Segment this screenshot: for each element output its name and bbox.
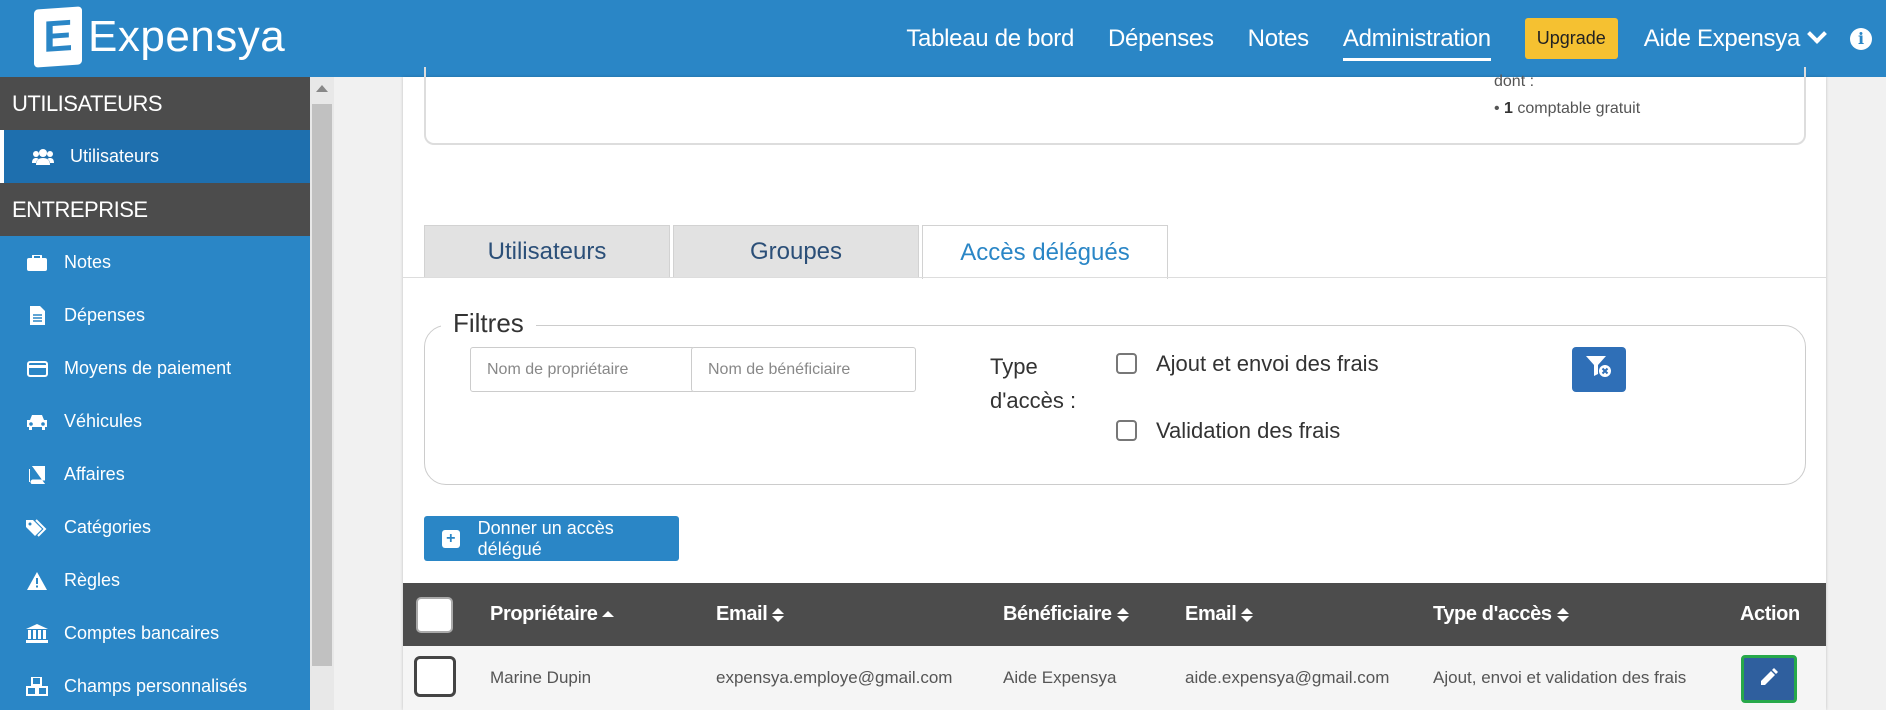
sidebar-item-label: Catégories xyxy=(64,517,152,537)
summary-dont: dont : xyxy=(1494,73,1535,90)
add-delegated-access-label: Donner un accès délégué xyxy=(477,517,614,559)
cell-owner: Marine Dupin xyxy=(490,668,592,687)
chevron-down-icon xyxy=(1807,23,1827,44)
column-header-proprietaire[interactable]: Propriétaire xyxy=(490,583,615,646)
add-delegated-access-button[interactable]: + Donner un accès délégué xyxy=(424,516,679,561)
sidebar-item-comptes-bancaires[interactable]: Comptes bancaires xyxy=(0,607,310,660)
column-header-action: Action xyxy=(1740,603,1800,625)
sidebar-scrollbar[interactable] xyxy=(310,77,334,710)
cell-beneficiary-email: aide.expensya@gmail.com xyxy=(1185,668,1390,687)
scroll-up-arrow-icon[interactable] xyxy=(316,85,328,92)
owner-name-input[interactable] xyxy=(470,347,695,392)
clear-filters-button[interactable] xyxy=(1572,347,1626,392)
credit-card-icon xyxy=(24,358,50,380)
sidebar-item-champs-personnalises[interactable]: Champs personnalisés xyxy=(0,660,310,710)
sidebar: UTILISATEURS Utilisateurs ENTREPRISE Not… xyxy=(0,77,310,710)
sidebar-item-regles[interactable]: Règles xyxy=(0,554,310,607)
filters-fieldset: Filtres Type d'accès : Ajout et envoi de… xyxy=(424,308,1806,485)
pencil-icon xyxy=(1759,667,1779,692)
sort-icon xyxy=(772,607,785,622)
access-type-label: Type d'accès : xyxy=(990,354,1077,413)
sort-asc-icon xyxy=(602,610,615,619)
sidebar-item-label: Champs personnalisés xyxy=(64,676,248,696)
sidebar-item-moyens-paiement[interactable]: Moyens de paiement xyxy=(0,342,310,395)
cell-access-type: Ajout, envoi et validation des frais xyxy=(1433,668,1687,687)
sidebar-item-affaires[interactable]: Affaires xyxy=(0,448,310,501)
admin-tabs: Utilisateurs Groupes Accès délégués xyxy=(424,225,1171,279)
plus-square-icon: + xyxy=(442,529,460,548)
column-header-type-acces[interactable]: Type d'accès xyxy=(1433,583,1569,646)
sidebar-item-vehicules[interactable]: Véhicules xyxy=(0,395,310,448)
sort-icon xyxy=(1241,607,1254,622)
nav-notes[interactable]: Notes xyxy=(1248,25,1310,53)
column-header-email-owner[interactable]: Email xyxy=(716,583,785,646)
sidebar-item-notes[interactable]: Notes xyxy=(0,236,310,289)
cell-beneficiary: Aide Expensya xyxy=(1003,668,1117,687)
sidebar-section-users: UTILISATEURS xyxy=(0,77,310,130)
sort-icon xyxy=(1116,607,1129,622)
sidebar-item-label: Dépenses xyxy=(64,305,146,325)
logo-text: Expensya xyxy=(88,12,286,61)
scrollbar-thumb[interactable] xyxy=(312,104,332,666)
sidebar-item-categories[interactable]: Catégories xyxy=(0,501,310,554)
license-summary-box: dont : • 1 comptable gratuit xyxy=(424,67,1806,145)
sidebar-item-label: Affaires xyxy=(64,464,125,484)
cell-owner-email: expensya.employe@gmail.com xyxy=(716,668,953,687)
tab-acces-delegues[interactable]: Accès délégués xyxy=(922,225,1168,279)
checkbox-validation[interactable] xyxy=(1116,420,1137,441)
column-header-beneficiaire[interactable]: Bénéficiaire xyxy=(1003,583,1129,646)
car-icon xyxy=(24,411,50,433)
nav-administration[interactable]: Administration xyxy=(1342,25,1491,61)
sort-icon xyxy=(1556,607,1569,622)
filters-legend: Filtres xyxy=(441,308,536,339)
table-header: Propriétaire Email Bénéficiaire Email Ty… xyxy=(403,583,1826,646)
nav-depenses[interactable]: Dépenses xyxy=(1108,25,1214,53)
filter-clear-icon xyxy=(1586,356,1612,383)
user-name: Aide Expensya xyxy=(1643,24,1801,52)
column-header-email-beneficiary[interactable]: Email xyxy=(1185,583,1254,646)
sidebar-item-label: Utilisateurs xyxy=(70,146,160,166)
top-navbar: E Expensya Tableau de bord Dépenses Note… xyxy=(0,0,1886,77)
sidebar-section-company: ENTREPRISE xyxy=(0,183,310,236)
sidebar-item-depenses[interactable]: Dépenses xyxy=(0,289,310,342)
edit-button[interactable] xyxy=(1741,655,1797,703)
cubes-icon xyxy=(24,676,50,698)
main-nav: Tableau de bord Dépenses Notes Administr… xyxy=(906,0,1886,77)
user-menu[interactable]: Aide Expensya xyxy=(1643,23,1827,53)
bank-icon xyxy=(24,623,50,645)
tabs-divider xyxy=(403,277,1826,278)
select-all-checkbox[interactable] xyxy=(416,597,453,633)
tab-groupes[interactable]: Groupes xyxy=(673,225,919,278)
summary-count: 1 xyxy=(1504,100,1513,117)
briefcase-icon xyxy=(24,252,50,274)
tab-utilisateurs[interactable]: Utilisateurs xyxy=(424,225,670,278)
row-checkbox[interactable] xyxy=(414,656,456,697)
logo-mark: E xyxy=(34,6,82,68)
sidebar-item-label: Véhicules xyxy=(64,411,143,431)
main-panel: dont : • 1 comptable gratuit Utilisateur… xyxy=(403,67,1826,710)
checkbox-ajout-envoi[interactable] xyxy=(1116,353,1137,374)
nav-tableau-de-bord[interactable]: Tableau de bord xyxy=(906,25,1074,53)
users-icon xyxy=(30,146,56,168)
info-icon[interactable]: i xyxy=(1850,27,1872,50)
table-row: Marine Dupin expensya.employe@gmail.com … xyxy=(403,646,1826,710)
sidebar-item-utilisateurs[interactable]: Utilisateurs xyxy=(0,130,310,183)
sidebar-item-label: Notes xyxy=(64,252,112,272)
upgrade-button[interactable]: Upgrade xyxy=(1524,18,1618,59)
sidebar-item-label: Comptes bancaires xyxy=(64,623,220,643)
expensya-logo[interactable]: E Expensya xyxy=(34,6,286,68)
document-icon xyxy=(24,305,50,327)
sidebar-item-label: Règles xyxy=(64,570,121,590)
beneficiary-name-input[interactable] xyxy=(691,347,916,392)
tags-icon xyxy=(24,517,50,539)
summary-free-accountant: • 1 comptable gratuit xyxy=(1494,100,1641,117)
label-ajout-envoi: Ajout et envoi des frais xyxy=(1156,351,1379,376)
sidebar-item-label: Moyens de paiement xyxy=(64,358,232,378)
book-icon xyxy=(24,464,50,486)
label-validation: Validation des frais xyxy=(1156,418,1341,443)
warning-icon xyxy=(24,570,50,592)
